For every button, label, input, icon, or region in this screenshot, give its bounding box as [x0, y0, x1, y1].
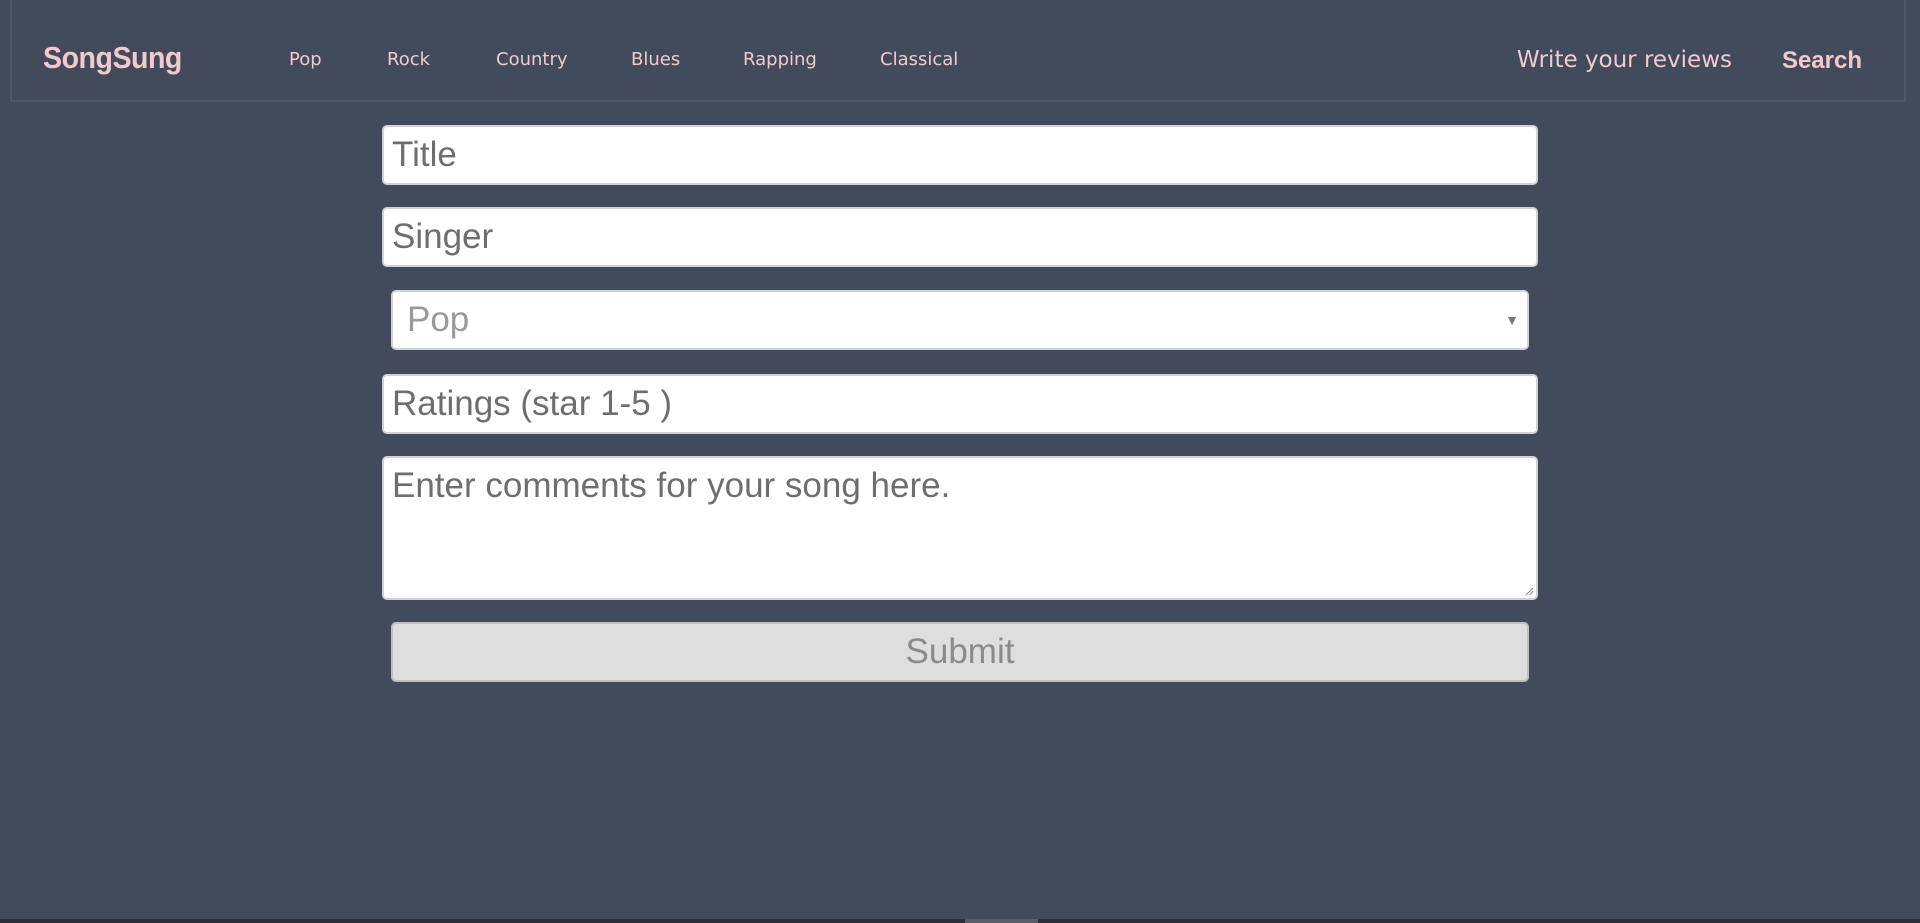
ratings-placeholder: Ratings (star 1-5 )	[392, 384, 673, 423]
comments-placeholder: Enter comments for your song here.	[392, 466, 951, 505]
nav-genre-blues[interactable]: Blues	[631, 49, 680, 70]
genre-selected-value: Pop	[407, 300, 470, 339]
brand-logo[interactable]: SongSung	[43, 40, 182, 76]
resize-grip-icon[interactable]	[1524, 586, 1534, 596]
singer-input[interactable]: Singer	[382, 207, 1538, 267]
title-input[interactable]: Title	[382, 125, 1538, 185]
submit-button[interactable]: Submit	[391, 622, 1529, 682]
scroll-indicator	[965, 919, 1038, 923]
ratings-input[interactable]: Ratings (star 1-5 )	[382, 374, 1538, 434]
search-link[interactable]: Search	[1782, 47, 1862, 75]
window-bottom-edge	[0, 919, 1920, 923]
nav-genre-rock[interactable]: Rock	[387, 49, 430, 70]
comments-textarea[interactable]: Enter comments for your song here.	[382, 456, 1538, 600]
nav-genre-country[interactable]: Country	[496, 49, 568, 70]
write-reviews-link[interactable]: Write your reviews	[1517, 47, 1732, 73]
genre-select[interactable]: Pop ▼	[391, 290, 1529, 350]
singer-placeholder: Singer	[392, 217, 494, 256]
top-navbar: SongSung Pop Rock Country Blues Rapping …	[10, 0, 1906, 102]
title-placeholder: Title	[392, 135, 457, 174]
chevron-down-icon: ▼	[1505, 312, 1519, 328]
nav-genre-pop[interactable]: Pop	[289, 49, 322, 70]
nav-genre-rapping[interactable]: Rapping	[743, 49, 817, 70]
submit-label: Submit	[905, 632, 1015, 671]
nav-genre-classical[interactable]: Classical	[880, 49, 958, 70]
